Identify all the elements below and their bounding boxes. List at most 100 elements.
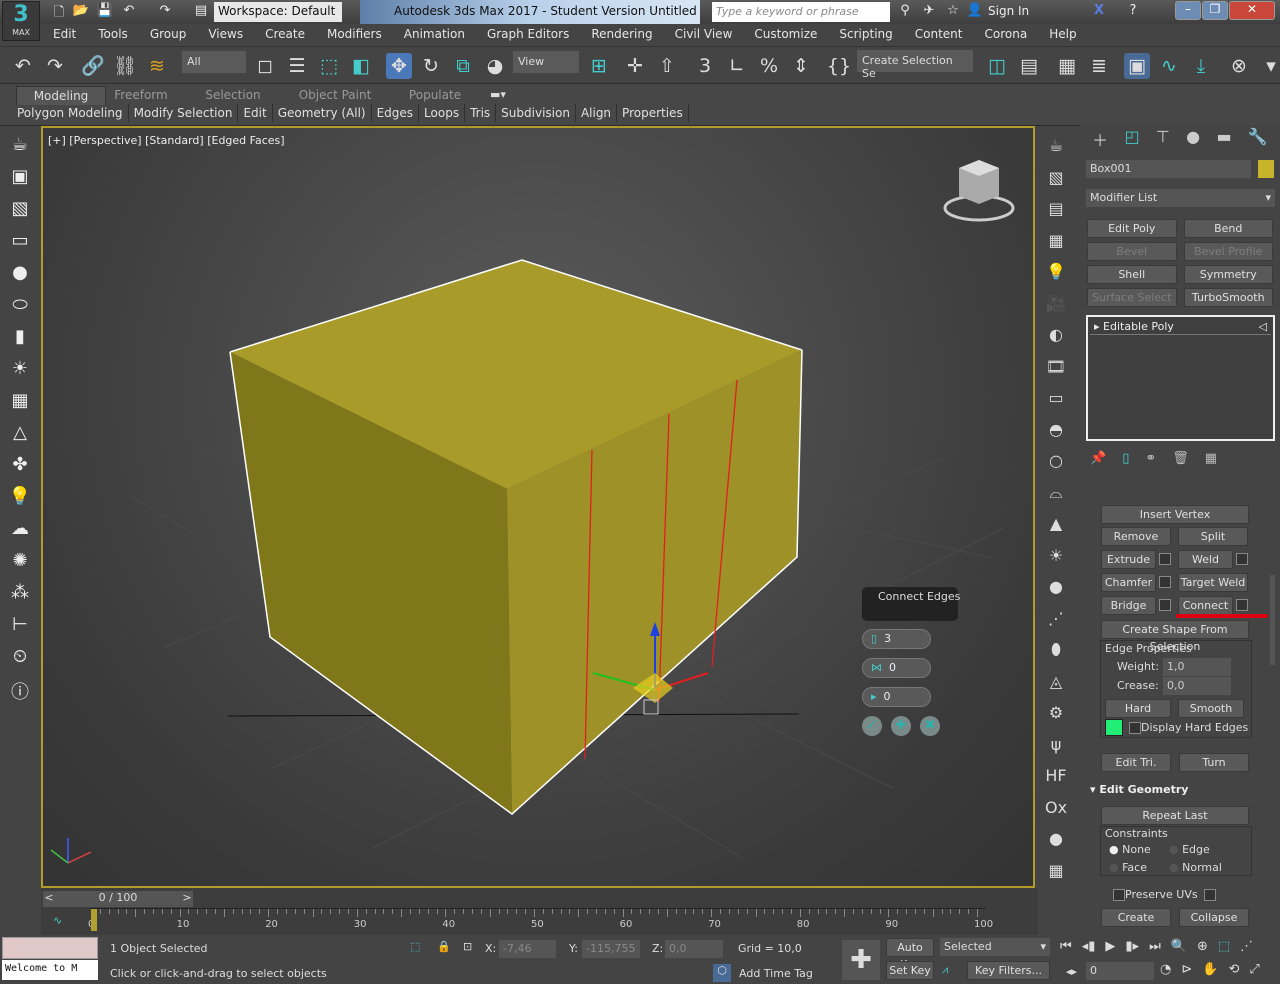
next-key-icon[interactable]: ▮▸ xyxy=(1125,939,1139,954)
dome-icon[interactable]: ◓ xyxy=(1043,420,1069,446)
modifier-button-shell[interactable]: Shell xyxy=(1087,265,1177,284)
clover-icon[interactable]: ✤ xyxy=(6,454,34,482)
menu-views[interactable]: Views xyxy=(197,24,254,46)
exchange-icon[interactable]: X xyxy=(1090,3,1108,21)
modifier-button-bevel[interactable]: Bevel xyxy=(1087,242,1177,261)
tab-modeling[interactable]: Modeling xyxy=(16,86,106,105)
search-input[interactable]: Type a keyword or phrase xyxy=(712,2,890,22)
ribbon-panel-properties[interactable]: Properties xyxy=(617,104,689,122)
pinch-field[interactable]: ⋈ 0 xyxy=(862,658,931,678)
ribbon-panel-polygon-modeling[interactable]: Polygon Modeling xyxy=(12,104,129,122)
save-icon[interactable]: 💾 xyxy=(96,3,114,21)
remove-button[interactable]: Remove xyxy=(1101,527,1171,546)
hierarchy-tab-icon[interactable]: ⊤ xyxy=(1156,127,1170,153)
time-slider-thumb[interactable] xyxy=(91,909,97,931)
aperture-icon[interactable]: ✺ xyxy=(6,550,34,578)
extrude-settings-button[interactable] xyxy=(1159,553,1171,565)
render-frame-icon[interactable]: ▧ xyxy=(6,198,34,226)
capsule-icon[interactable]: ⬮ xyxy=(1043,640,1069,666)
lightbulb-icon[interactable]: 💡 xyxy=(6,486,34,514)
selection-filter-dropdown[interactable]: All xyxy=(182,51,246,73)
maximize-button[interactable]: ❐ xyxy=(1202,1,1228,20)
reference-coord-dropdown[interactable]: View xyxy=(513,51,579,73)
cloud-icon[interactable]: ☁ xyxy=(6,518,34,546)
align-icon[interactable]: ▤ xyxy=(1016,53,1042,79)
satellite-icon[interactable]: ✈ xyxy=(920,3,938,21)
minimize-button[interactable]: – xyxy=(1175,1,1201,20)
modifier-list-dropdown[interactable]: Modifier List ▾ xyxy=(1086,189,1275,207)
ok-icon[interactable]: ✓ xyxy=(862,716,882,736)
time-tag-icon[interactable]: ⬡ xyxy=(713,964,731,982)
ribbon-panel-align[interactable]: Align xyxy=(576,104,618,122)
render-frame-icon[interactable]: ▧ xyxy=(1043,168,1069,194)
constraint-face-radio[interactable]: ● Face xyxy=(1109,861,1147,874)
key-tangent-icon[interactable]: ⩘ xyxy=(942,963,948,977)
menu-animation[interactable]: Animation xyxy=(393,24,476,46)
hierarchy-icon[interactable]: ⊢ xyxy=(6,614,34,642)
select-manipulate-icon[interactable]: ✛ xyxy=(622,53,648,79)
open-file-icon[interactable]: 📂 xyxy=(72,3,90,21)
split-button[interactable]: Split xyxy=(1178,527,1248,546)
mesh-icon[interactable]: ⋰ xyxy=(1043,609,1069,635)
undo-icon[interactable]: ↶ xyxy=(10,53,36,79)
create-button[interactable]: Create xyxy=(1101,908,1171,927)
ox-icon[interactable]: Ox xyxy=(1043,798,1069,824)
tab-freeform[interactable]: Freeform xyxy=(96,86,186,104)
menu-corona[interactable]: Corona xyxy=(974,24,1039,46)
stack-item-editable-poly[interactable]: ▸ Editable Poly ◁ xyxy=(1090,319,1271,335)
target-weld-button[interactable]: Target Weld xyxy=(1178,573,1248,592)
modifier-button-bevel-profile[interactable]: Bevel Profile xyxy=(1183,242,1273,261)
ribbon-panel-loops[interactable]: Loops xyxy=(419,104,466,122)
light-icon[interactable]: 💡 xyxy=(1043,262,1069,288)
expand-icon[interactable]: ▸ xyxy=(1094,320,1100,333)
constraint-normal-radio[interactable]: ● Normal xyxy=(1169,861,1222,874)
workspace-dropdown[interactable]: Workspace: Default xyxy=(214,2,342,22)
menu-graph-editors[interactable]: Graph Editors xyxy=(476,24,580,46)
snaps-toggle-icon[interactable]: 3 xyxy=(692,53,718,79)
menu-customize[interactable]: Customize xyxy=(743,24,828,46)
scene-explorer-icon[interactable]: ▦ xyxy=(1054,53,1080,79)
ribbon-panel-edges[interactable]: Edges xyxy=(372,104,420,122)
basket-icon[interactable]: ⌓ xyxy=(1043,483,1069,509)
weight-spinner[interactable]: 1,0 xyxy=(1163,658,1231,676)
plane-icon[interactable]: ▭ xyxy=(6,230,34,258)
current-frame-spinner[interactable]: 0 xyxy=(1086,962,1154,980)
selection-lock-icon[interactable]: 🔒 xyxy=(437,940,451,953)
ribbon-panel-subdivision[interactable]: Subdivision xyxy=(496,104,576,122)
key-filters-button[interactable]: Key Filters... xyxy=(967,961,1050,980)
tab-selection[interactable]: Selection xyxy=(188,86,278,104)
sphere-icon[interactable]: ○ xyxy=(1043,451,1069,477)
object-color-swatch[interactable] xyxy=(1258,160,1274,178)
modifier-button-surface-select[interactable]: Surface Select xyxy=(1087,288,1177,307)
select-by-name-icon[interactable]: ☰ xyxy=(284,53,310,79)
sun-icon[interactable]: ☀ xyxy=(1043,546,1069,572)
spinner-snap-icon[interactable]: ⇕ xyxy=(788,53,814,79)
grass-icon[interactable]: ψ xyxy=(1043,735,1069,761)
field-of-view-icon[interactable]: ⊳ xyxy=(1181,962,1192,977)
tree-icon[interactable]: △ xyxy=(6,422,34,450)
key-mode-toggle-icon[interactable]: ◂▸ xyxy=(1066,965,1077,978)
set-key-big-button[interactable]: ✚ xyxy=(842,940,880,980)
zoom-all-icon[interactable]: ⊕ xyxy=(1197,939,1208,954)
sphere-icon[interactable]: ● xyxy=(1043,829,1069,855)
menu-create[interactable]: Create xyxy=(254,24,316,46)
ribbon-panel-edit[interactable]: Edit xyxy=(238,104,273,122)
window-crossing-icon[interactable]: ◧ xyxy=(348,53,374,79)
sun-icon[interactable]: ☀ xyxy=(6,358,34,386)
sign-in-button[interactable]: Sign In xyxy=(988,4,1029,18)
menu-tools[interactable]: Tools xyxy=(87,24,139,46)
set-key-button[interactable]: Set Key xyxy=(886,961,934,980)
binoculars-icon[interactable]: ⚲ xyxy=(896,3,914,21)
tab-populate[interactable]: Populate xyxy=(390,86,480,104)
isolate-selection-icon[interactable]: ⬚ xyxy=(410,940,420,953)
scale-icon[interactable]: ⧉ xyxy=(450,53,476,79)
percent-snap-icon[interactable]: % xyxy=(756,53,782,79)
turn-button[interactable]: Turn xyxy=(1179,753,1249,772)
crease-spinner[interactable]: 0,0 xyxy=(1163,677,1231,695)
ribbon-options-icon[interactable]: ▬▾ xyxy=(490,88,506,101)
constraint-none-radio[interactable]: ● None xyxy=(1109,843,1151,856)
menu-help[interactable]: Help xyxy=(1038,24,1087,46)
link-icon[interactable]: 🔗 xyxy=(80,53,106,79)
mirror-icon[interactable]: ◫ xyxy=(984,53,1010,79)
table-icon[interactable]: ▦ xyxy=(1043,231,1069,257)
